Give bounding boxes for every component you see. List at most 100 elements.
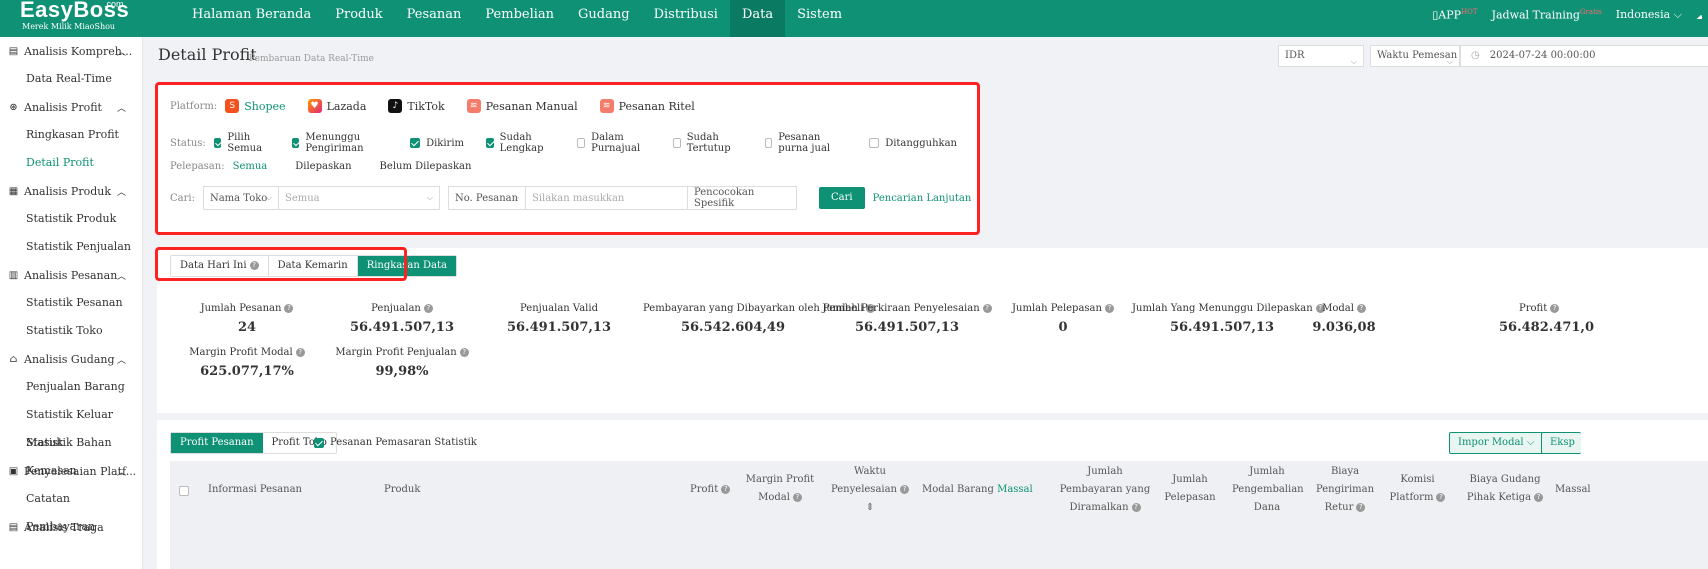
nav-pesanan[interactable]: Pesanan xyxy=(395,0,474,37)
nav-data[interactable]: Data xyxy=(729,0,786,37)
sidebar-item-statistik-produk[interactable]: Statistik Produk xyxy=(0,205,142,233)
status-pilih-semua[interactable]: Pilih Semua xyxy=(213,132,270,154)
advanced-search-link[interactable]: Pencarian Lanjutan xyxy=(873,193,972,204)
tab-data-kemarin[interactable]: Data Kemarin xyxy=(269,256,358,276)
col-komisi-platform[interactable]: Komisi Platform? xyxy=(1385,471,1450,507)
select-all-checkbox[interactable] xyxy=(179,486,189,496)
help-icon[interactable]: ? xyxy=(284,304,294,313)
tab-ringkasan-data[interactable]: Ringkasan Data xyxy=(357,256,456,276)
help-icon[interactable]: ? xyxy=(1534,493,1544,502)
sidebar-group-produk[interactable]: ▦ Analisis Produk ︿ xyxy=(0,177,142,205)
bulk-edit-link-2[interactable]: Massal xyxy=(1555,481,1591,499)
sidebar-item-statistik-pesanan[interactable]: Statistik Pesanan xyxy=(0,289,142,317)
sidebar-item-statistik-penjualan[interactable]: Statistik Penjualan xyxy=(0,233,142,261)
cloud-icon[interactable]: ☁ xyxy=(1696,9,1702,22)
sidebar-item-statistik-keluar-masuk[interactable]: Statistik Keluar Masuk xyxy=(0,401,142,449)
help-icon[interactable]: ? xyxy=(1131,503,1141,512)
import-modal-button[interactable]: Impor Modal ⌵ xyxy=(1449,432,1544,454)
help-icon[interactable]: ? xyxy=(459,348,469,357)
sidebar-group-gudang[interactable]: ⌂ Analisis Gudang ︿ xyxy=(0,345,142,373)
release-dilepaskan[interactable]: Dilepaskan xyxy=(295,161,351,172)
help-icon[interactable]: ? xyxy=(1550,304,1560,313)
platform-ritel[interactable]: ≋ Pesanan Ritel xyxy=(599,99,695,113)
store-value-select[interactable]: Semua ⌵ xyxy=(278,186,440,210)
sidebar-group-profit[interactable]: ⊛ Analisis Profit ︿ xyxy=(0,93,142,121)
help-icon[interactable]: ? xyxy=(423,304,433,313)
nav-distribusi[interactable]: Distribusi xyxy=(642,0,730,37)
col-biaya-pengiriman-retur[interactable]: Biaya Pengiriman Retur? xyxy=(1310,463,1380,517)
order-field-select[interactable]: No. Pesanan ⌵ xyxy=(447,186,526,210)
nav-pembelian[interactable]: Pembelian xyxy=(473,0,566,37)
checkbox[interactable] xyxy=(291,138,300,148)
sidebar-item-catatan-pembayaran[interactable]: Catatan Pembayaran xyxy=(0,485,142,533)
help-icon[interactable]: ? xyxy=(721,485,731,494)
col-biaya-gudang[interactable]: Biaya Gudang Pihak Ketiga? xyxy=(1460,471,1550,507)
help-icon[interactable]: ? xyxy=(900,485,909,494)
col-profit[interactable]: Profit? xyxy=(690,481,731,499)
sidebar-item-detail-profit[interactable]: Detail Profit xyxy=(0,149,142,177)
order-search-input[interactable]: Silakan masukkan xyxy=(525,186,688,210)
platform-shopee[interactable]: S Shopee xyxy=(225,99,286,113)
status-sudah-tertutup[interactable]: Sudah Tertutup xyxy=(673,132,742,154)
app-link[interactable]: ▯APPHOT xyxy=(1432,8,1477,22)
checkbox[interactable] xyxy=(869,138,880,148)
release-belum[interactable]: Belum Dilepaskan xyxy=(380,161,472,172)
help-icon[interactable]: ? xyxy=(1356,304,1366,313)
help-icon[interactable]: ? xyxy=(1356,503,1366,512)
sidebar-group-pesanan[interactable]: ▥ Analisis Pesanan ︿ xyxy=(0,261,142,289)
help-icon[interactable]: ? xyxy=(295,348,305,357)
col-waktu-penyelesaian[interactable]: Waktu Penyelesaian? ⇕ xyxy=(830,463,910,517)
sidebar-group-komprehensif[interactable]: ▤ Analisis Kompreh... ︿ xyxy=(0,37,142,65)
sidebar-group-penyelesaian[interactable]: ▣ Penyelesaian Platf... ︿ xyxy=(0,457,142,485)
checkbox[interactable] xyxy=(213,138,222,148)
help-icon[interactable]: ? xyxy=(249,261,259,270)
checkbox[interactable] xyxy=(577,138,586,148)
status-dalam-purnajual[interactable]: Dalam Purnajual xyxy=(577,132,651,154)
nav-beranda[interactable]: Halaman Beranda xyxy=(180,0,323,37)
help-icon[interactable]: ? xyxy=(1436,493,1446,502)
sort-icon[interactable]: ⇕ xyxy=(866,502,874,513)
nav-gudang[interactable]: Gudang xyxy=(566,0,642,37)
platform-tiktok[interactable]: ♪ TikTok xyxy=(388,99,445,113)
store-field-select[interactable]: Nama Toko ⌵ xyxy=(202,186,279,210)
sidebar-item-statistik-bahan-kemasan[interactable]: Statistik Bahan Kemasan xyxy=(0,429,142,477)
export-button[interactable]: Eksp xyxy=(1541,432,1581,454)
match-mode-select[interactable]: Pencocokan Spesifik xyxy=(687,186,797,210)
marketing-order-checkbox[interactable]: Pesanan Pemasaran Statistik xyxy=(314,437,477,448)
status-ditangguhkan[interactable]: Ditangguhkan xyxy=(869,138,957,149)
sidebar-item-data-real-time[interactable]: Data Real-Time xyxy=(0,65,142,93)
sidebar-group-traga[interactable]: ▤ Analisis Traga xyxy=(0,513,142,541)
language-select[interactable]: Indonesia ⌵ xyxy=(1616,8,1682,22)
release-semua[interactable]: Semua xyxy=(233,161,268,172)
sidebar-item-penjualan-barang[interactable]: Penjualan Barang xyxy=(0,373,142,401)
checkbox[interactable] xyxy=(673,138,681,148)
status-dikirim[interactable]: Dikirim xyxy=(410,138,464,149)
tab-profit-pesanan[interactable]: Profit Pesanan xyxy=(171,433,263,453)
platform-lazada[interactable]: ♥ Lazada xyxy=(307,99,366,113)
col-margin-profit-modal[interactable]: Margin Profit Modal? xyxy=(745,471,815,507)
nav-produk[interactable]: Produk xyxy=(323,0,394,37)
time-type-select[interactable]: Waktu Pemesan ⌵ xyxy=(1370,45,1460,67)
col-jumlah-pembayaran[interactable]: Jumlah Pembayaran yang Diramalkan? xyxy=(1055,463,1155,517)
chevron-down-icon: ⌵ xyxy=(265,193,272,202)
help-icon[interactable]: ? xyxy=(1104,304,1114,313)
tab-data-hari-ini[interactable]: Data Hari Ini? xyxy=(171,256,269,276)
date-range-input[interactable]: ◷ 2024-07-24 00:00:00 xyxy=(1460,45,1708,67)
bulk-edit-link[interactable]: Massal xyxy=(997,484,1033,495)
status-sudah-lengkap[interactable]: Sudah Lengkap xyxy=(486,132,555,154)
sidebar-item-ringkasan-profit[interactable]: Ringkasan Profit xyxy=(0,121,142,149)
nav-sistem[interactable]: Sistem xyxy=(785,0,854,37)
platform-manual[interactable]: ≋ Pesanan Manual xyxy=(466,99,578,113)
chart-icon: ▤ xyxy=(8,45,19,57)
sidebar-item-statistik-toko[interactable]: Statistik Toko xyxy=(0,317,142,345)
status-menunggu-pengiriman[interactable]: Menunggu Pengiriman xyxy=(291,132,388,154)
checkbox[interactable] xyxy=(486,138,494,148)
search-button[interactable]: Cari xyxy=(818,187,865,209)
checkbox[interactable] xyxy=(314,437,324,448)
currency-select[interactable]: IDR ⌵ xyxy=(1278,45,1364,67)
checkbox[interactable] xyxy=(410,138,421,148)
status-pesanan-purna-jual[interactable]: Pesanan purna jual xyxy=(764,132,848,154)
checkbox[interactable] xyxy=(764,138,773,148)
help-icon[interactable]: ? xyxy=(792,493,802,502)
training-link[interactable]: Jadwal TrainingGratis xyxy=(1492,8,1602,22)
